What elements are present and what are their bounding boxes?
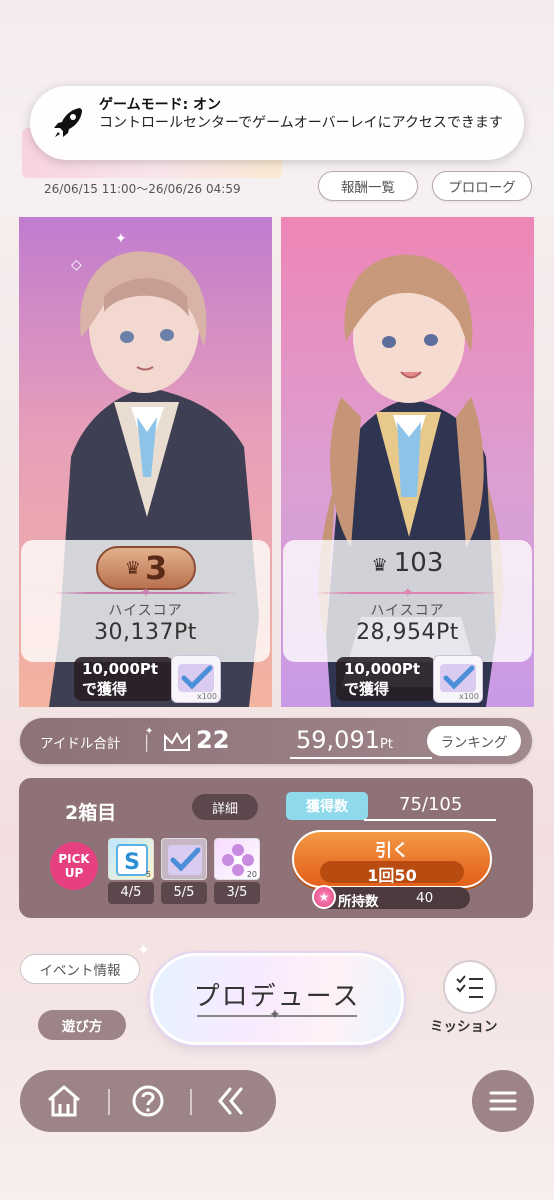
idol-card-left[interactable]: ✦ ◇ ♛ 3 ✦ ハイスコア 30,137Pt 10,000Pt で獲得 x1… [19,217,272,707]
prize-count: 3/5 [214,882,260,904]
owned-count-bar: ★ 所持数 40 [312,885,470,910]
rocket-icon [54,108,82,137]
high-score-value: 28,954Pt [356,620,459,645]
prize-count: 5/5 [161,882,207,904]
draw-cost: 1回50 [367,866,417,885]
owned-label: 所持数 [338,894,379,910]
sparkle-icon: ✦ [137,940,151,959]
reward-suffix: で獲得 [344,680,390,698]
mission-button[interactable] [443,960,497,1014]
divider [290,757,432,759]
reward-item[interactable]: x100 [433,655,483,703]
reward-count: x100 [458,692,479,701]
diamond-icon: ✦ [140,585,152,601]
sparkle-icon: ◇ [71,257,82,273]
prize-item-check-ticket[interactable] [161,838,207,880]
event-period: 26/06/15 11:00～26/06/26 04:59 [44,182,241,196]
diamond-icon: ✦ [269,1007,281,1023]
svg-text:S: S [124,850,140,875]
reward-tag: 10,000Pt で獲得 [336,657,436,701]
separator-icon: ✦ | | [145,726,154,753]
checkmark-ticket-icon [168,845,202,875]
event-info-button[interactable]: イベント情報 [20,954,140,984]
draw-button[interactable]: 引く 1回50 [292,830,492,888]
help-icon[interactable] [130,1084,166,1118]
hamburger-icon [489,1091,517,1111]
pickup-badge: PICK UP [50,842,98,890]
notification-title: ゲームモード: オン [99,97,222,113]
back-icon[interactable] [212,1084,248,1118]
reward-threshold: 10,000Pt [344,660,421,678]
bottom-nav [20,1070,276,1132]
rank-value: 103 [393,548,444,578]
game-mode-notification[interactable]: ゲームモード: オン コントロールセンターでゲームオーバーレイにアクセスできます [30,86,524,160]
owned-value: 40 [416,890,434,906]
idol-total-rank: 22 [196,726,230,754]
checklist-icon [456,975,483,998]
divider [364,819,496,821]
draw-label: 引く [375,841,409,861]
reward-threshold: 10,000Pt [82,660,159,678]
idol-total-label: アイドル合計 [40,736,121,752]
reward-tag: 10,000Pt で獲得 [74,657,174,701]
high-score-label: ハイスコア [370,603,445,619]
reward-count: x100 [196,692,217,701]
acquired-value: 75/105 [399,794,463,815]
ranking-button[interactable]: ランキング [427,726,521,756]
rank-value: 3 [144,549,168,587]
detail-button[interactable]: 詳細 [192,794,258,820]
box-gacha-panel: 2箱目 詳細 獲得数 75/105 PICK UP S 5 4/5 5/5 20 … [19,778,533,918]
rank-medal: ♛ 3 [96,546,196,590]
crown-icon [164,732,190,751]
high-score-label: ハイスコア [108,603,183,619]
prize-item-flower[interactable]: 20 [214,838,260,880]
produce-button[interactable]: プロデュース ✦ [150,953,404,1045]
crown-icon: ♛ [371,555,388,576]
prize-count: 4/5 [108,882,154,904]
box-number: 2箱目 [65,802,117,824]
acquired-label: 獲得数 [286,792,368,820]
prize-item-s-ticket[interactable]: S 5 [108,838,154,880]
rank-display: ♛ 103 [283,548,532,578]
score-box-left: ♛ 3 ✦ ハイスコア 30,137Pt [21,540,270,662]
score-box-right: ♛ 103 ✦ ハイスコア 28,954Pt [283,540,532,662]
idol-card-right[interactable]: ♛ 103 ✦ ハイスコア 28,954Pt 10,000Pt で獲得 x100 [281,217,534,707]
reward-suffix: で獲得 [82,680,128,698]
diamond-icon: ✦ [402,585,414,601]
idol-total-bar: アイドル合計 ✦ | | 22 59,091Pt ランキング [20,718,532,764]
high-score-value: 30,137Pt [94,620,197,645]
menu-button[interactable] [472,1070,534,1132]
prologue-button[interactable]: プロローグ [432,171,532,201]
notification-message: コントロールセンターでゲームオーバーレイにアクセスできます [99,115,503,131]
idol-total-points: 59,091Pt [296,726,393,754]
mission-label: ミッション [430,1019,498,1035]
how-to-play-button[interactable]: 遊び方 [38,1010,126,1040]
crown-icon: ♛ [124,557,141,579]
reward-item[interactable]: x100 [171,655,221,703]
gem-icon: ★ [312,885,336,909]
home-icon[interactable] [46,1084,82,1118]
rewards-list-button[interactable]: 報酬一覧 [318,171,418,201]
sparkle-icon: ✦ [115,231,127,247]
